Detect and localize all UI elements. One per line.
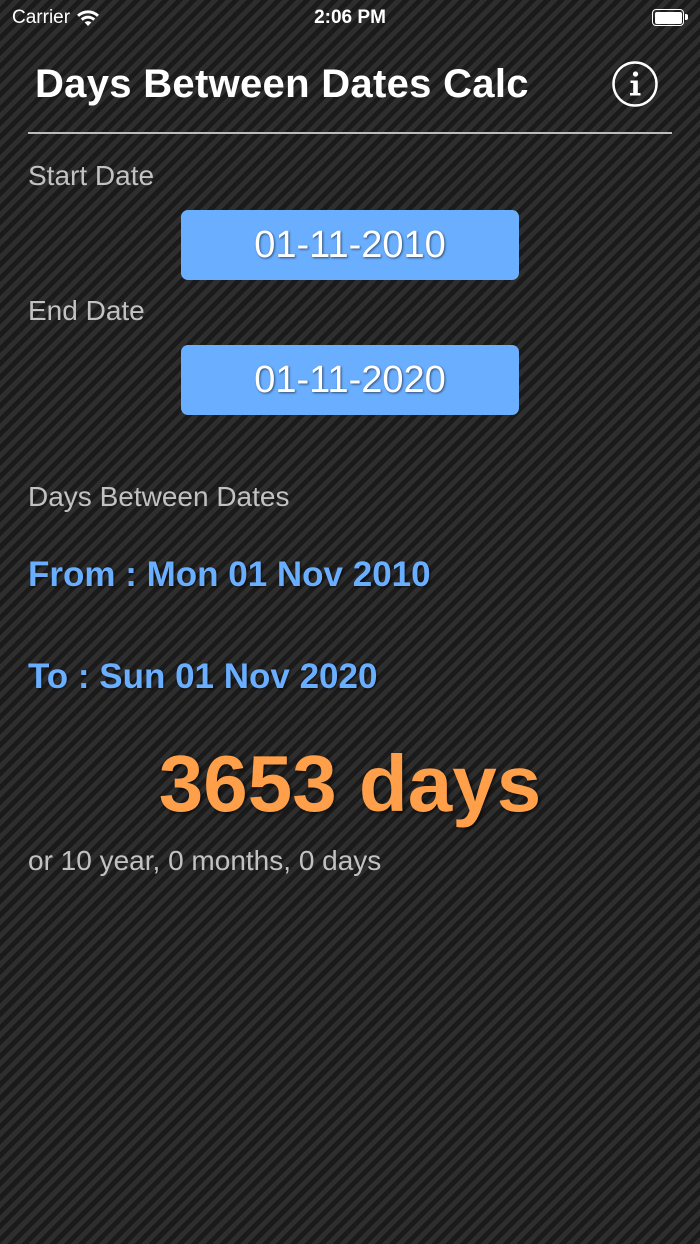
info-icon xyxy=(612,61,658,107)
end-date-label: End Date xyxy=(28,295,145,326)
status-bar: Carrier 2:06 PM xyxy=(0,0,700,36)
page-title: Days Between Dates Calc xyxy=(35,62,529,106)
from-date-text: From : Mon 01 Nov 2010 xyxy=(28,555,431,594)
end-date-button[interactable]: 01-11-2020 xyxy=(181,345,519,415)
days-between-label: Days Between Dates xyxy=(28,481,290,512)
days-total: 3653 days xyxy=(158,739,542,828)
battery-full-icon xyxy=(652,9,688,26)
start-date-label: Start Date xyxy=(28,160,155,191)
header-divider xyxy=(28,132,672,134)
start-date-button[interactable]: 01-11-2010 xyxy=(181,210,519,280)
duration-breakdown: or 10 year, 0 months, 0 days xyxy=(28,845,382,876)
info-button[interactable] xyxy=(612,61,658,107)
to-date-text: To : Sun 01 Nov 2020 xyxy=(28,657,378,696)
status-time: 2:06 PM xyxy=(314,7,386,28)
